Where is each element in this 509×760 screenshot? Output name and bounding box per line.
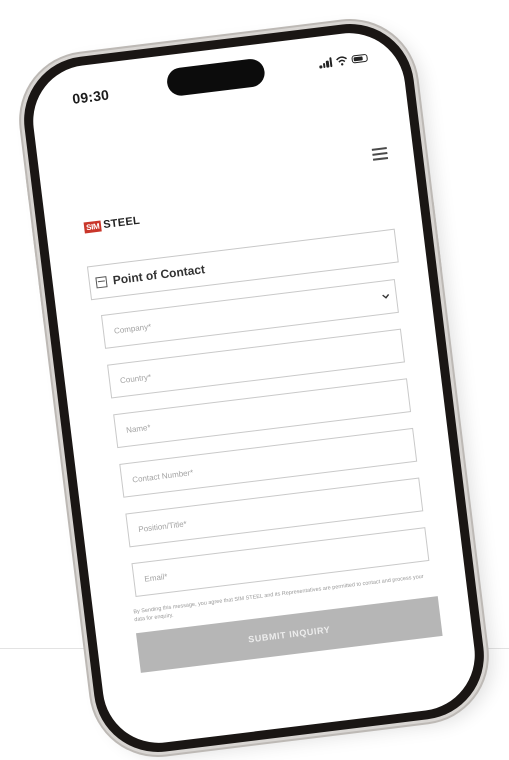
logo-mark: SIM	[83, 219, 103, 233]
position-title-placeholder: Position/Title*	[137, 518, 188, 534]
phone-mockup: 09:30 SIM STEEL Point of Contact Company…	[16, 16, 492, 760]
hamburger-menu-icon[interactable]	[371, 147, 389, 164]
company-placeholder: Company*	[113, 321, 152, 336]
status-time: 09:30	[71, 86, 110, 107]
status-icons	[318, 53, 369, 69]
contact-card-icon	[95, 275, 108, 288]
signal-icon	[318, 57, 333, 69]
contact-number-placeholder: Contact Number*	[131, 467, 194, 484]
brand-logo[interactable]: SIM STEEL	[83, 214, 141, 234]
chevron-down-icon	[382, 293, 390, 299]
email-placeholder: Email*	[143, 571, 168, 584]
section-title: Point of Contact	[111, 262, 206, 288]
wifi-icon	[336, 56, 347, 66]
dynamic-island	[165, 57, 267, 98]
country-placeholder: Country*	[119, 372, 152, 385]
logo-text: STEEL	[102, 214, 141, 232]
name-placeholder: Name*	[125, 422, 151, 435]
battery-icon	[351, 53, 369, 64]
